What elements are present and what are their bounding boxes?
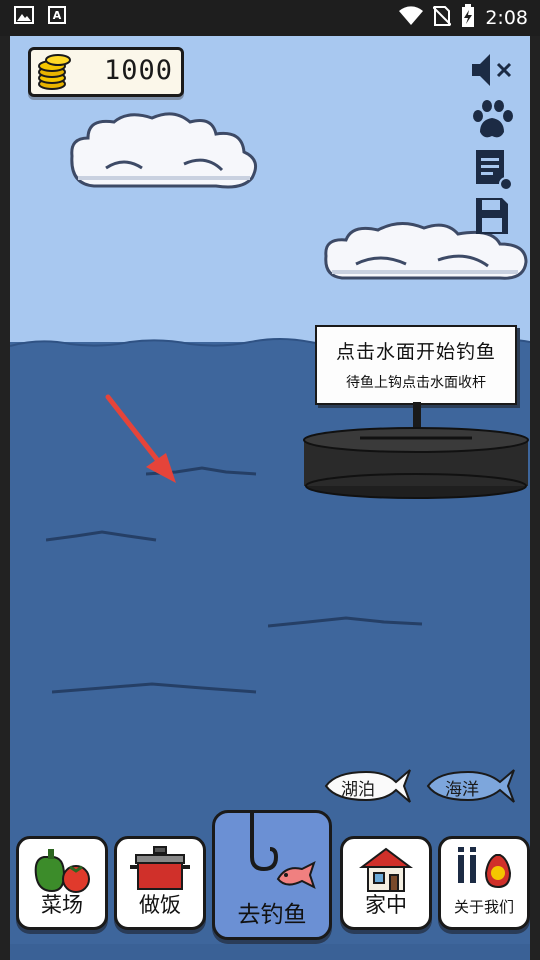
game-area[interactable]: 1000 点击水面开始钓鱼 待鱼上钩点击水面收杆 湖泊 海洋 菜场 做饭 去钓鱼…	[10, 36, 530, 960]
cloud-left	[70, 112, 258, 189]
font-app-icon: A	[48, 6, 66, 28]
spot-lake-label: 湖泊	[341, 780, 375, 800]
wave-line	[268, 616, 423, 628]
arrow-indicator	[105, 394, 176, 483]
spot-lake-button[interactable]: 湖泊	[322, 766, 414, 806]
nav-about-label: 关于我们	[453, 898, 514, 916]
paw-icon[interactable]	[470, 100, 514, 144]
nav-market-button[interactable]: 菜场	[16, 836, 108, 930]
nav-cook-label: 做饭	[139, 893, 181, 917]
clock: 2:08	[485, 7, 528, 29]
nav-market-label: 菜场	[41, 893, 83, 917]
nav-cook-button[interactable]: 做饭	[114, 836, 206, 930]
gallery-icon	[14, 6, 34, 28]
log-icon[interactable]	[474, 148, 514, 196]
nav-fishing-button[interactable]: 去钓鱼	[212, 810, 332, 940]
about-money-bag-icon	[452, 845, 516, 897]
wave-line	[46, 530, 157, 542]
phone-screen: A 2:08 1000 点击水面开始钓鱼 待鱼上钩点击水面收杆 湖泊 海洋 菜场…	[0, 0, 540, 960]
save-icon[interactable]	[474, 196, 510, 240]
fishing-hook-icon	[224, 813, 320, 901]
svg-text:A: A	[53, 9, 62, 22]
mute-icon[interactable]	[470, 52, 518, 92]
wave-line	[52, 682, 257, 694]
hint-subtitle: 待鱼上钩点击水面收杆	[346, 375, 486, 391]
hint-title: 点击水面开始钓鱼	[335, 341, 496, 363]
boat	[303, 427, 529, 499]
bottom-water-strip	[10, 944, 530, 960]
nav-fishing-label: 去钓鱼	[237, 902, 307, 928]
coin-amount: 1000	[103, 55, 173, 86]
spot-ocean-label: 海洋	[445, 780, 479, 800]
status-bar: A 2:08	[0, 0, 540, 36]
spot-ocean-button[interactable]: 海洋	[424, 766, 518, 806]
coin-counter: 1000	[28, 47, 184, 97]
wifi-icon	[399, 6, 424, 30]
nav-about-button[interactable]: 关于我们	[438, 836, 530, 930]
gold-coins-icon	[37, 54, 73, 94]
hint-sign: 点击水面开始钓鱼 待鱼上钩点击水面收杆	[315, 325, 517, 405]
battery-charging-icon	[461, 4, 475, 32]
nav-home-button[interactable]: 家中	[340, 836, 432, 930]
no-sim-icon	[432, 5, 453, 31]
nav-home-label: 家中	[365, 893, 407, 917]
